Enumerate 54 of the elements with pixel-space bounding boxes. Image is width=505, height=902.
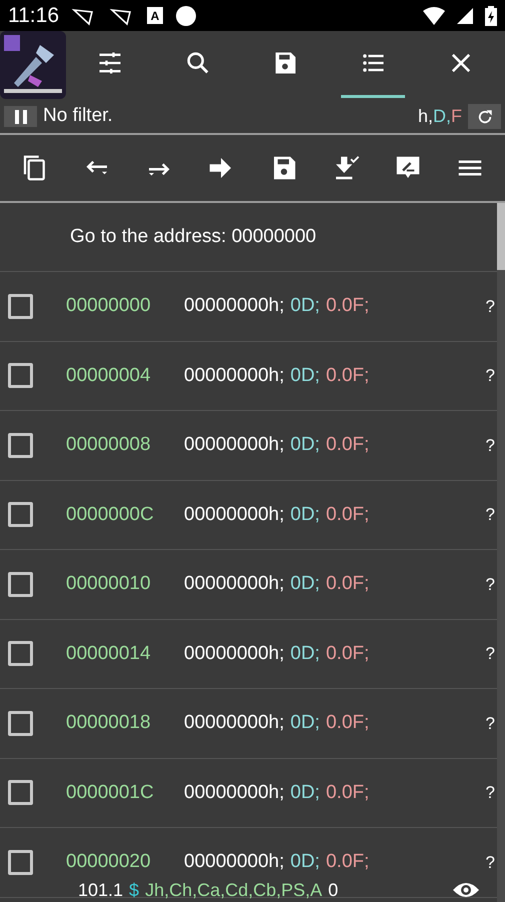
version-text: 101.1 xyxy=(78,878,124,902)
unknown-mark: ? xyxy=(486,852,495,874)
hex-value: 00000000h; xyxy=(184,711,284,735)
hex-value: 00000000h; xyxy=(184,780,284,804)
dword-value: 0D; xyxy=(290,780,320,804)
dword-value: 0D; xyxy=(290,502,320,526)
float-value: 0.0F; xyxy=(326,572,370,596)
float-value: 0.0F; xyxy=(326,502,370,526)
unknown-mark: ? xyxy=(486,365,495,387)
unknown-mark: ? xyxy=(486,643,495,665)
dword-value: 0D; xyxy=(290,711,320,735)
count-text: 0 xyxy=(328,878,338,902)
dollar-sign: $ xyxy=(129,878,140,902)
address-text: 00000008 xyxy=(66,433,152,457)
float-value: 0.0F; xyxy=(326,780,370,804)
address-text: 00000000 xyxy=(66,294,152,318)
float-value: 0.0F; xyxy=(326,364,370,388)
unknown-mark: ? xyxy=(486,574,495,596)
dword-value: 0D; xyxy=(290,642,320,666)
hex-value: 00000000h; xyxy=(184,364,284,388)
address-text: 0000000C xyxy=(66,502,155,526)
float-value: 0.0F; xyxy=(326,850,370,874)
unknown-mark: ? xyxy=(486,782,495,804)
type-flags: h,D,F xyxy=(418,105,462,128)
address-text: 00000018 xyxy=(66,711,152,735)
dword-value: 0D; xyxy=(290,433,320,457)
clock: 11:16 xyxy=(8,5,59,26)
address-text: 0000001C xyxy=(66,780,155,804)
hex-value: 00000000h; xyxy=(184,433,284,457)
unknown-mark: ? xyxy=(486,434,495,456)
unknown-mark: ? xyxy=(486,296,495,318)
address-text: 00000020 xyxy=(66,850,152,874)
float-value: 0.0F; xyxy=(326,433,370,457)
unknown-mark: ? xyxy=(486,712,495,734)
address-text: 00000010 xyxy=(66,572,152,596)
dword-value: 0D; xyxy=(290,294,320,318)
float-value: 0.0F; xyxy=(326,294,370,318)
hex-value: 00000000h; xyxy=(184,642,284,666)
notification-badge: A xyxy=(147,7,163,24)
address-text: 00000004 xyxy=(66,364,152,388)
hex-value: 00000000h; xyxy=(184,572,284,596)
memory-regions: Jh,Ch,Ca,Cd,Cb,PS,A xyxy=(145,878,322,902)
filter-label: No filter. xyxy=(43,104,114,128)
dword-value: 0D; xyxy=(290,572,320,596)
address-text: 00000014 xyxy=(66,642,152,666)
float-value: 0.0F; xyxy=(326,642,370,666)
goto-address-link[interactable]: Go to the address: 00000000 xyxy=(70,222,316,252)
hex-value: 00000000h; xyxy=(184,294,284,318)
unknown-mark: ? xyxy=(486,504,495,526)
dword-value: 0D; xyxy=(290,850,320,874)
float-value: 0.0F; xyxy=(326,711,370,735)
hex-value: 00000000h; xyxy=(184,850,284,874)
dword-value: 0D; xyxy=(290,364,320,388)
hex-value: 00000000h; xyxy=(184,502,284,526)
